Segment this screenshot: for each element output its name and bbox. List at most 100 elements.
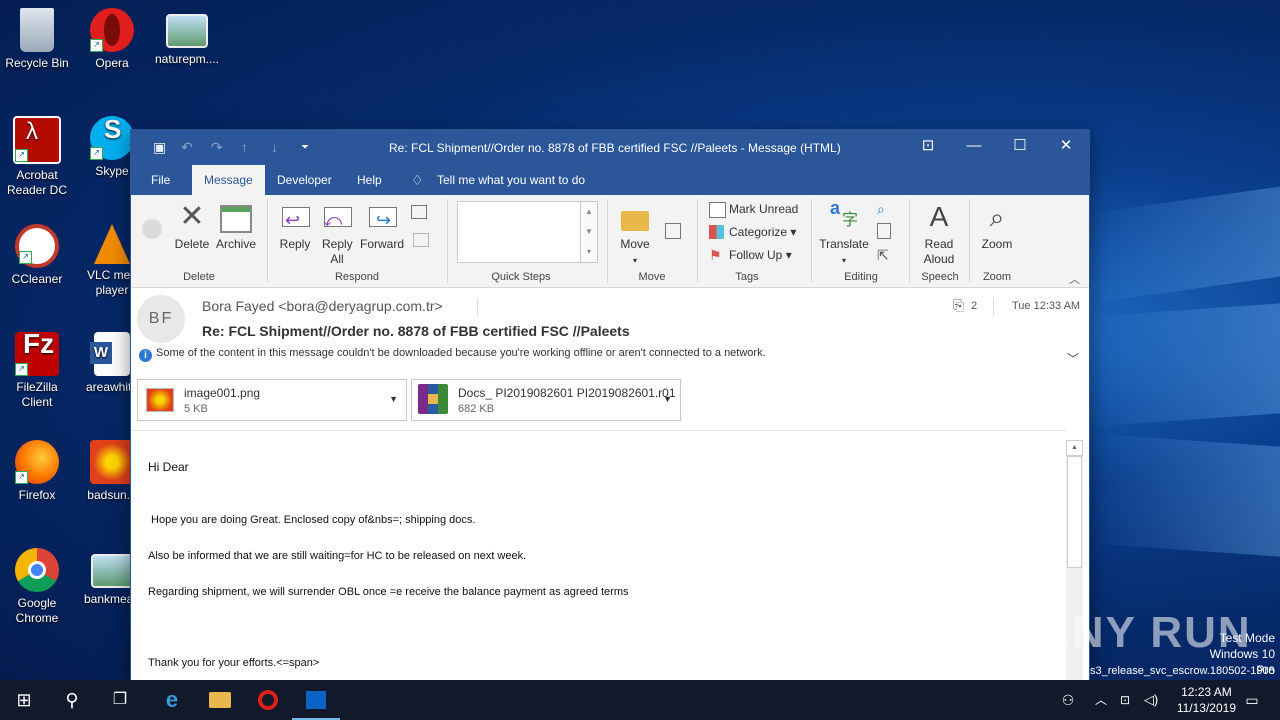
info-bar[interactable]: i Some of the content in this message cou…: [139, 347, 766, 362]
image-attachment-icon: [146, 388, 174, 412]
quick-steps-gallery[interactable]: [457, 201, 581, 263]
show-hidden-icons[interactable]: ︿: [1088, 680, 1114, 720]
mark-unread-label: Mark Unread: [729, 202, 799, 216]
save-icon[interactable]: ▣: [153, 139, 166, 156]
opera-taskbar-icon[interactable]: [244, 680, 292, 720]
start-button[interactable]: ⊞: [0, 680, 48, 720]
title-bar: ▣ ↶ ↷ ↑ ↓ ⏷ Re: FCL Shipment//Order no. …: [131, 130, 1089, 165]
attachment-image001[interactable]: image001.png 5 KB ▼: [137, 379, 407, 421]
received-time: Tue 12:33 AM: [1012, 300, 1081, 312]
desktop-icon-chrome[interactable]: Google Chrome: [0, 548, 74, 626]
categorize-label: Categorize: [729, 225, 788, 239]
read-aloud-label: Read Aloud: [923, 237, 955, 266]
desktop-icon-recycle-bin[interactable]: Recycle Bin: [0, 8, 74, 71]
actions-icon: [665, 223, 681, 239]
select-icon[interactable]: ⇱: [877, 247, 889, 264]
more-respond-button[interactable]: [409, 233, 433, 251]
desktop-icon-label: Skype: [95, 164, 129, 178]
mark-unread-button[interactable]: Mark Unread: [709, 201, 799, 218]
volume-icon[interactable]: ◁): [1138, 680, 1164, 720]
outlook-taskbar-icon[interactable]: [292, 680, 340, 720]
desktop-icon-opera[interactable]: ↗ Opera: [75, 8, 149, 71]
body-line: Hi Dear: [148, 460, 189, 474]
group-label-delete: Delete: [183, 271, 215, 283]
desktop-icon-label: FileZilla Client: [16, 380, 58, 409]
group-label-move: Move: [638, 271, 666, 283]
reply-all-button[interactable]: ⤺ Reply All: [317, 201, 357, 267]
info-text: Some of the content in this message coul…: [156, 347, 766, 359]
tab-file[interactable]: File: [139, 165, 182, 195]
ccleaner-icon: ↗: [15, 224, 59, 268]
tab-developer[interactable]: Developer: [265, 165, 344, 195]
forward-button[interactable]: ↪ Forward: [359, 201, 405, 252]
tell-me-search[interactable]: Tell me what you want to do: [425, 165, 597, 195]
network-icon[interactable]: ⊡: [1112, 680, 1138, 720]
search-icon[interactable]: ⚲: [48, 680, 96, 720]
avatar[interactable]: BF: [137, 295, 185, 343]
file-explorer-icon[interactable]: [196, 680, 244, 720]
reply-button[interactable]: ↩ Reply: [275, 201, 315, 252]
redo-icon[interactable]: ↷: [211, 139, 223, 156]
action-center-icon[interactable]: ▭: [1228, 680, 1276, 720]
close-button[interactable]: ✕: [1043, 130, 1089, 162]
attachment-dropdown-icon[interactable]: ▼: [389, 394, 398, 404]
forward-label: Forward: [359, 237, 404, 251]
group-separator: [697, 199, 698, 283]
desktop-icon-acrobat[interactable]: λ ↗ Acrobat Reader DC: [0, 116, 74, 198]
rar-archive-icon: [418, 384, 448, 414]
expand-header-icon[interactable]: ﹀: [1067, 350, 1079, 367]
quick-steps-scroll[interactable]: ▲ ▼ ▾: [580, 201, 598, 263]
scroll-up-arrow[interactable]: ▲: [1066, 440, 1083, 456]
edge-icon[interactable]: e: [148, 680, 196, 720]
related-icon[interactable]: [877, 223, 891, 239]
attachment-size: 5 KB: [184, 403, 208, 415]
desktop-icon-ccleaner[interactable]: ↗ CCleaner: [0, 224, 74, 287]
collapse-ribbon-icon[interactable]: ︿: [1069, 271, 1080, 287]
find-icon[interactable]: ⌕: [877, 201, 885, 218]
scroll-thumb[interactable]: [1067, 456, 1082, 568]
meeting-reply-button[interactable]: [409, 205, 429, 223]
desktop-icon-firefox[interactable]: ↗ Firefox: [0, 440, 74, 503]
ribbon-display-options-icon[interactable]: ⊡: [905, 130, 951, 162]
move-button[interactable]: Move ▾: [617, 201, 653, 268]
customize-toolbar-icon[interactable]: ⏷: [301, 142, 309, 153]
minimize-button[interactable]: —: [951, 130, 997, 162]
delete-button[interactable]: ✕ Delete: [173, 201, 211, 252]
ignore-button[interactable]: [139, 219, 165, 243]
desktop-icon-naturepm[interactable]: naturepm....: [150, 8, 224, 67]
opera-icon: ↗: [90, 8, 134, 52]
actions-button[interactable]: [659, 223, 687, 243]
previous-item-icon[interactable]: ↑: [241, 139, 248, 155]
zoom-label: Zoom: [981, 237, 1013, 251]
forward-icon: ↪: [366, 201, 398, 233]
ribbon-tabs: File Message Developer Help ♢ Tell me wh…: [131, 165, 1089, 195]
attachment-size: 682 KB: [458, 403, 495, 415]
categorize-button[interactable]: Categorize ▾: [709, 224, 796, 240]
acrobat-icon: λ ↗: [13, 116, 61, 164]
maximize-button[interactable]: ☐: [997, 130, 1043, 162]
desktop-icon-filezilla[interactable]: Fz ↗ FileZilla Client: [0, 330, 74, 410]
image-file-icon: [91, 554, 133, 588]
tab-message[interactable]: Message: [192, 165, 265, 195]
next-item-icon[interactable]: ↓: [271, 139, 278, 155]
people-icon[interactable]: ⚇: [1044, 680, 1092, 720]
task-view-icon[interactable]: ❐: [96, 680, 144, 720]
desktop-icon-label: badsun.p: [87, 488, 137, 502]
follow-up-button[interactable]: ⚑ Follow Up ▾: [709, 247, 792, 263]
archive-button[interactable]: Archive: [215, 201, 257, 252]
group-label-quick-steps: Quick Steps: [491, 271, 551, 283]
translate-icon: a字: [830, 198, 859, 229]
undo-icon[interactable]: ↶: [181, 139, 193, 156]
zoom-button[interactable]: ⌕ Zoom: [977, 201, 1017, 252]
attachment-docs[interactable]: Docs_ PI2019082601 PI2019082601.r01 682 …: [411, 379, 681, 421]
group-separator: [267, 199, 268, 283]
tab-help[interactable]: Help: [345, 165, 394, 195]
message-body[interactable]: Hi Dear Hope you are doing Great. Enclos…: [131, 430, 1066, 682]
group-separator: [969, 199, 970, 283]
sender[interactable]: Bora Fayed <bora@deryagrup.com.tr>: [202, 298, 443, 314]
header-divider: [477, 298, 478, 316]
wallpaper-beam: [1090, 433, 1280, 557]
translate-button[interactable]: a字 Translate ▾: [817, 198, 871, 268]
attachment-dropdown-icon[interactable]: ▼: [663, 394, 672, 404]
read-aloud-button[interactable]: A Read Aloud: [917, 201, 961, 267]
